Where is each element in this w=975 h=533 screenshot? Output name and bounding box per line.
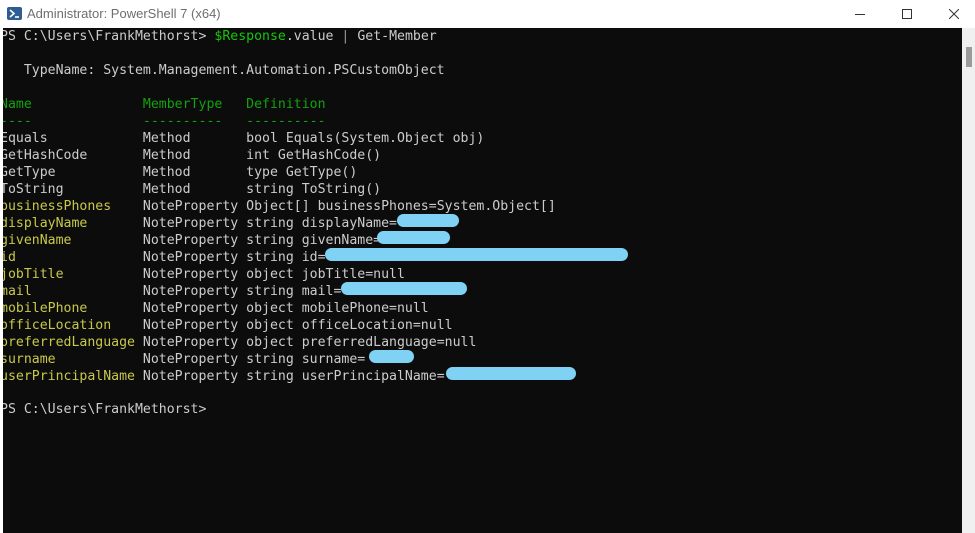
title-bar[interactable]: Administrator: PowerShell 7 (x64) (0, 0, 975, 28)
member-definition: object preferredLanguage=null (246, 335, 477, 350)
member-name: mail (3, 284, 143, 299)
member-type: NoteProperty (142, 267, 247, 282)
minimize-button[interactable] (837, 0, 883, 28)
dashes-definition: ---------- (246, 114, 326, 129)
terminal-output[interactable]: PS C:\Users\FrankMethorst> $Response.val… (3, 28, 962, 533)
member-definition: string mail= (246, 284, 342, 299)
table-header: Name MemberType Definition (3, 96, 326, 113)
member-type: NoteProperty (142, 301, 247, 316)
member-name: Equals (3, 131, 143, 146)
member-row: Equals Method bool Equals(System.Object … (3, 130, 484, 147)
member-row: GetHashCode Method int GetHashCode() (3, 147, 381, 164)
member-definition: bool Equals(System.Object obj) (246, 131, 485, 146)
member-name: displayName (3, 216, 143, 231)
command-property: .value (285, 29, 334, 44)
member-type: NoteProperty (142, 318, 247, 333)
member-name: businessPhones (3, 199, 143, 214)
minimize-icon (855, 14, 865, 15)
typename-line: TypeName: System.Management.Automation.P… (3, 63, 445, 78)
prompt-line: PS C:\Users\FrankMethorst> (3, 402, 207, 417)
header-name: Name (3, 97, 143, 112)
powershell-icon (7, 7, 22, 20)
member-type: Method (142, 148, 247, 163)
member-name: officeLocation (3, 318, 143, 333)
close-icon (949, 9, 959, 19)
command-line: PS C:\Users\FrankMethorst> $Response.val… (3, 28, 437, 45)
powershell-window: Administrator: PowerShell 7 (x64) PS C:\… (0, 0, 975, 533)
member-name: GetHashCode (3, 148, 143, 163)
member-definition: string userPrincipalName= (246, 369, 445, 384)
member-type: NoteProperty (142, 335, 247, 350)
member-name: ToString (3, 182, 143, 197)
member-definition: type GetType() (246, 165, 358, 180)
member-name: surname (3, 352, 143, 367)
vertical-scrollbar[interactable] (962, 28, 975, 533)
member-type: NoteProperty (142, 250, 247, 265)
member-row: displayName NoteProperty string displayN… (3, 215, 397, 232)
member-definition: string surname= (246, 352, 366, 367)
member-row: businessPhones NoteProperty Object[] bus… (3, 198, 556, 215)
scrollbar-thumb[interactable] (966, 47, 972, 67)
member-row: id NoteProperty string id= (3, 249, 326, 266)
member-row: mobilePhone NoteProperty object mobilePh… (3, 300, 429, 317)
dashes-name: ---- (3, 114, 143, 129)
member-type: NoteProperty (142, 216, 247, 231)
member-type: NoteProperty (142, 233, 247, 248)
member-name: userPrincipalName (3, 369, 143, 384)
redaction-mail (341, 282, 467, 295)
command-variable: $Response (214, 29, 286, 44)
member-definition: object jobTitle=null (246, 267, 405, 282)
maximize-icon (902, 9, 912, 19)
member-definition: string givenName= (246, 233, 382, 248)
redaction-upn (446, 367, 576, 380)
redaction-id (325, 248, 628, 261)
member-name: mobilePhone (3, 301, 143, 316)
member-definition: Object[] businessPhones=System.Object[] (246, 199, 556, 214)
member-type: Method (142, 182, 247, 197)
command-cmdlet: Get-Member (357, 29, 437, 44)
member-name: GetType (3, 165, 143, 180)
member-row: jobTitle NoteProperty object jobTitle=nu… (3, 266, 405, 283)
member-type: NoteProperty (142, 369, 247, 384)
redaction-surname (369, 350, 414, 363)
member-definition: string ToString() (246, 182, 382, 197)
member-row: ToString Method string ToString() (3, 181, 381, 198)
member-name: jobTitle (3, 267, 143, 282)
member-definition: int GetHashCode() (246, 148, 382, 163)
close-button[interactable] (931, 0, 975, 28)
member-definition: string displayName= (246, 216, 397, 231)
command-pipe: | (333, 29, 358, 44)
header-membertype: MemberType (142, 97, 247, 112)
table-header-underline: ---- ---------- ---------- (3, 113, 326, 130)
member-name: id (3, 250, 143, 265)
member-row: preferredLanguage NoteProperty object pr… (3, 334, 476, 351)
redaction-given-name (377, 231, 450, 244)
redaction-display-name (397, 214, 459, 227)
header-definition: Definition (246, 97, 326, 112)
member-type: NoteProperty (142, 352, 247, 367)
member-type: NoteProperty (142, 199, 247, 214)
member-type: Method (142, 165, 247, 180)
maximize-button[interactable] (884, 0, 930, 28)
member-name: preferredLanguage (3, 335, 143, 350)
member-type: NoteProperty (142, 284, 247, 299)
member-row: userPrincipalName NoteProperty string us… (3, 368, 445, 385)
prompt: PS C:\Users\FrankMethorst> (3, 29, 215, 44)
member-definition: object officeLocation=null (246, 318, 453, 333)
member-definition: object mobilePhone=null (246, 301, 429, 316)
member-name: givenName (3, 233, 143, 248)
member-type: Method (142, 131, 247, 146)
member-row: givenName NoteProperty string givenName= (3, 232, 381, 249)
member-row: GetType Method type GetType() (3, 164, 357, 181)
window-title: Administrator: PowerShell 7 (x64) (27, 6, 221, 21)
member-row: mail NoteProperty string mail= (3, 283, 341, 300)
member-definition: string id= (246, 250, 326, 265)
member-row: surname NoteProperty string surname= (3, 351, 365, 368)
dashes-membertype: ---------- (142, 114, 247, 129)
member-row: officeLocation NoteProperty object offic… (3, 317, 453, 334)
